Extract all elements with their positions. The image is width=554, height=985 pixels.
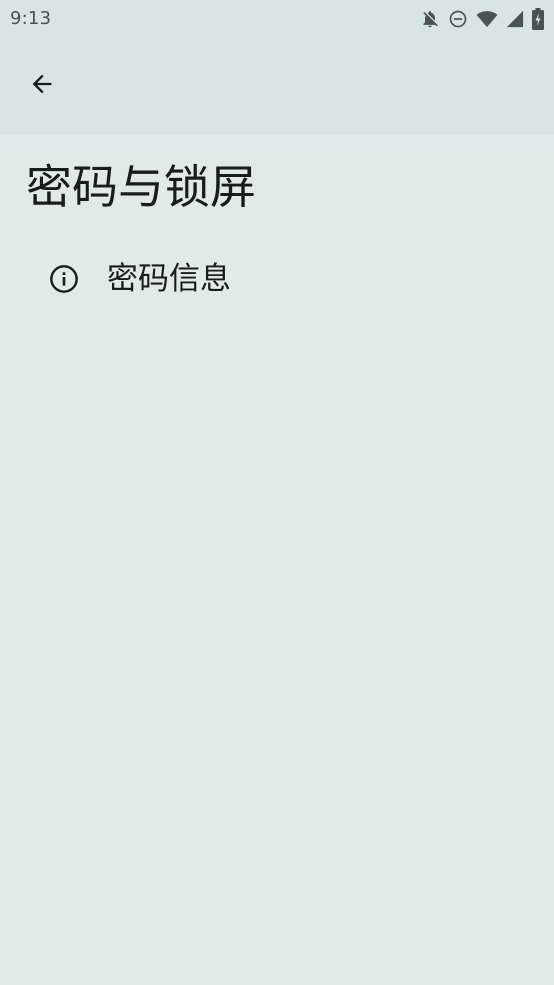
wifi-icon	[476, 9, 498, 29]
list-item-label: 密码信息	[107, 261, 231, 297]
back-button[interactable]	[14, 58, 70, 114]
cellular-signal-icon	[506, 10, 524, 28]
info-icon	[48, 263, 80, 295]
notifications-off-icon	[420, 9, 440, 29]
battery-charging-icon	[532, 8, 544, 30]
arrow-back-icon	[28, 70, 56, 102]
status-bar: 9:13	[0, 0, 554, 38]
status-time: 9:13	[10, 8, 52, 29]
app-bar	[0, 38, 554, 135]
list-item-password-info[interactable]: 密码信息	[0, 243, 554, 315]
do-not-disturb-icon	[448, 9, 468, 29]
page-title: 密码与锁屏	[26, 160, 256, 214]
status-icons	[420, 7, 544, 31]
